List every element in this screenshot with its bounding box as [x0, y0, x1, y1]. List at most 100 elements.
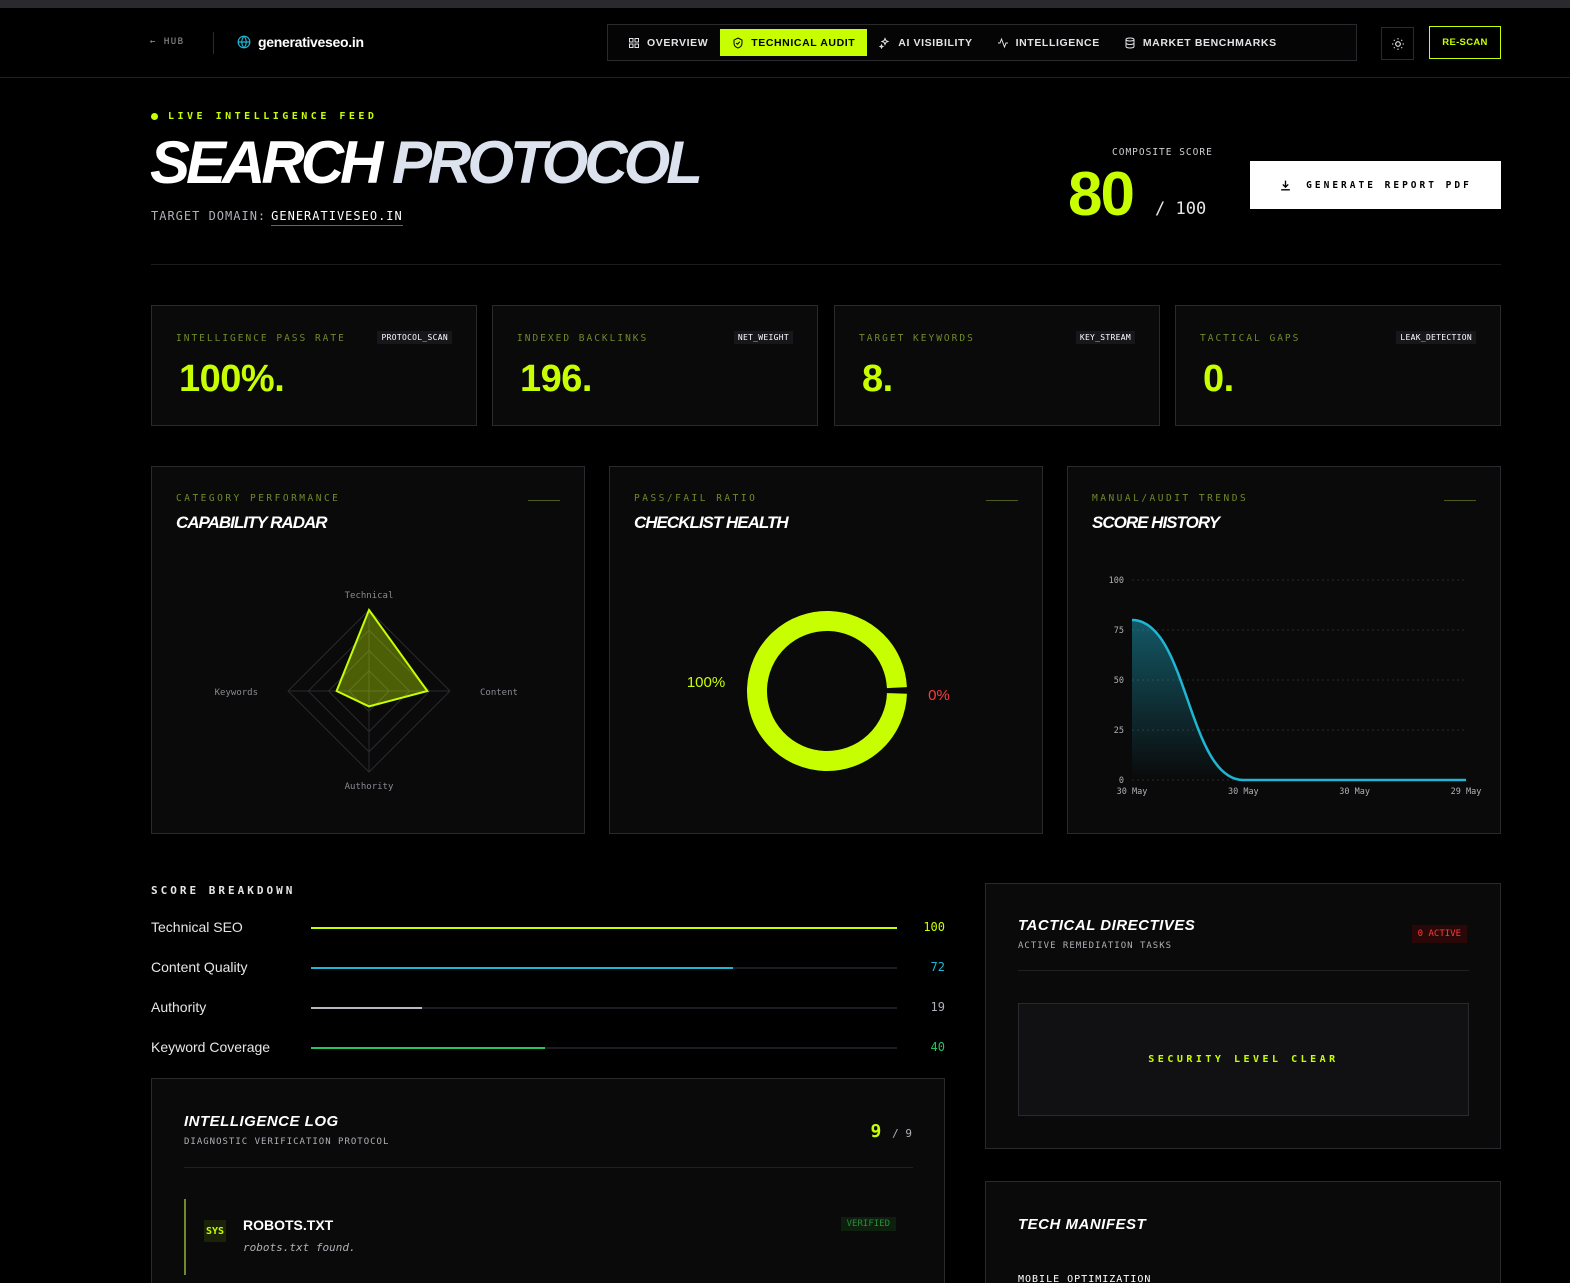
score-bar-fill — [311, 1047, 546, 1049]
score-bar-track — [311, 927, 897, 929]
composite-score-value: 80 — [1068, 160, 1135, 229]
hub-back-link[interactable]: ← HUB — [150, 37, 185, 47]
composite-score-total: / 100 — [1155, 199, 1207, 219]
x-tick-label: 30 May — [1117, 787, 1148, 797]
stat-tag: LEAK_DETECTION — [1396, 331, 1476, 344]
download-icon — [1281, 180, 1290, 191]
stat-card-keywords: TARGET KEYWORDS KEY_STREAM 8. — [834, 305, 1160, 426]
capability-radar-panel: CATEGORY PERFORMANCE CAPABILITY RADAR Te… — [151, 466, 585, 834]
y-tick-label: 25 — [1114, 726, 1124, 736]
log-count-value: 9 — [870, 1121, 882, 1142]
score-row-value: 72 — [930, 960, 945, 974]
stat-value: 0. — [1203, 358, 1234, 400]
log-item[interactable]: SYS ROBOTS.TXT robots.txt found. VERIFIE… — [184, 1199, 896, 1275]
score-bar-track — [311, 1047, 897, 1049]
brand-name: generativeseo.in — [258, 34, 364, 50]
tactical-directives-panel: TACTICAL DIRECTIVES ACTIVE REMEDIATION T… — [985, 883, 1501, 1149]
radar-axis-label: Content — [480, 688, 518, 698]
live-feed-label: LIVE INTELLIGENCE FEED — [168, 111, 378, 122]
checklist-health-panel: PASS/FAIL RATIO CHECKLIST HEALTH 100% 0% — [609, 466, 1043, 834]
score-history-panel: MANUAL/AUDIT TRENDS SCORE HISTORY 100 75 5… — [1067, 466, 1501, 834]
donut-label-pass: 100% — [687, 674, 725, 691]
stat-value: 196. — [520, 358, 592, 400]
score-row: Authority 19 — [151, 998, 945, 1018]
sparkles-icon — [879, 36, 890, 49]
x-tick-label: 30 May — [1228, 787, 1259, 797]
tab-market-benchmarks[interactable]: MARKET BENCHMARKS — [1112, 29, 1289, 56]
manifest-item: MOBILE OPTIMIZATION — [1018, 1274, 1152, 1283]
y-tick-label: 100 — [1109, 576, 1124, 586]
x-tick-label: 29 May — [1451, 787, 1482, 797]
tab-intelligence[interactable]: INTELLIGENCE — [985, 29, 1112, 56]
tab-overview[interactable]: OVERVIEW — [616, 29, 720, 56]
window-top-strip — [0, 0, 1570, 8]
tab-label: OVERVIEW — [647, 36, 709, 49]
title-word-2: PROTOCOL — [392, 129, 703, 196]
generate-report-label: GENERATE REPORT PDF — [1306, 179, 1472, 191]
log-item-description: robots.txt found. — [243, 1241, 356, 1254]
stat-label: INDEXED BACKLINKS — [517, 333, 649, 344]
main-tabs: OVERVIEW TECHNICAL AUDIT AI VISIBILITY I… — [607, 24, 1357, 61]
target-domain-label: TARGET DOMAIN: — [151, 209, 267, 223]
score-bar-fill — [311, 927, 897, 929]
grid-icon — [629, 37, 639, 48]
stat-tag: KEY_STREAM — [1075, 331, 1135, 344]
radar-axis-label: Keywords — [215, 688, 258, 698]
status-badge: VERIFIED — [840, 1217, 896, 1231]
target-domain: TARGET DOMAIN: GENERATIVESEO.IN — [151, 209, 403, 226]
top-navigation: ← HUB generativeseo.in OVERVIEW TECHNICA… — [0, 8, 1570, 78]
score-row: Keyword Coverage 40 — [151, 1038, 945, 1058]
divider — [184, 1167, 913, 1168]
donut-chart: 100% 0% — [687, 611, 950, 771]
radar-series-area — [335, 607, 429, 708]
tab-label: MARKET BENCHMARKS — [1142, 36, 1277, 49]
shield-check-icon — [733, 36, 743, 49]
rescan-button[interactable]: RE-SCAN — [1429, 26, 1501, 59]
live-feed-indicator: LIVE INTELLIGENCE FEED — [151, 111, 377, 122]
divider — [213, 32, 214, 54]
security-status: SECURITY LEVEL CLEAR — [1018, 1003, 1469, 1116]
score-bar-fill — [311, 967, 733, 969]
y-tick-label: 75 — [1114, 626, 1124, 636]
score-row-label: Authority — [151, 999, 207, 1015]
manifest-title: TECH MANIFEST — [1018, 1216, 1147, 1233]
stat-card-tactical-gaps: TACTICAL GAPS LEAK_DETECTION 0. — [1175, 305, 1501, 426]
log-count: 9 / 9 — [870, 1121, 912, 1142]
score-row-label: Content Quality — [151, 959, 248, 975]
score-bar-track — [311, 967, 897, 969]
directives-title: TACTICAL DIRECTIVES — [1018, 917, 1196, 934]
theme-toggle-button[interactable] — [1381, 27, 1414, 60]
stat-label: TACTICAL GAPS — [1200, 333, 1301, 344]
score-row-value: 19 — [930, 1000, 945, 1014]
composite-score-label: COMPOSITE SCORE — [1112, 147, 1213, 158]
y-tick-label: 50 — [1114, 676, 1124, 686]
sun-icon — [1391, 37, 1404, 50]
score-row-label: Keyword Coverage — [151, 1039, 271, 1055]
divider — [1018, 970, 1469, 971]
tab-label: INTELLIGENCE — [1015, 36, 1100, 49]
tab-technical-audit[interactable]: TECHNICAL AUDIT — [720, 29, 868, 56]
tech-manifest-panel: TECH MANIFEST MOBILE OPTIMIZATION — [985, 1181, 1501, 1283]
active-count-badge: 0 ACTIVE — [1411, 925, 1467, 943]
generate-report-button[interactable]: GENERATE REPORT PDF — [1250, 161, 1501, 209]
stat-tag: PROTOCOL_SCAN — [377, 331, 452, 344]
stat-label: TARGET KEYWORDS — [859, 333, 975, 344]
tab-label: AI VISIBILITY — [898, 36, 973, 49]
divider — [151, 264, 1501, 265]
score-bar-fill — [311, 1007, 423, 1009]
brand[interactable]: generativeseo.in — [237, 34, 364, 50]
x-tick-label: 30 May — [1339, 787, 1370, 797]
score-breakdown-title: SCORE BREAKDOWN — [151, 884, 296, 897]
log-title: INTELLIGENCE LOG — [184, 1113, 339, 1130]
tab-label: TECHNICAL AUDIT — [751, 36, 856, 49]
page-title: SEARCH PROTOCOL — [150, 128, 703, 198]
radar-axis-label: Authority — [345, 782, 394, 792]
radar-chart: Technical Content Authority Keywords — [215, 591, 518, 792]
donut-label-fail: 0% — [928, 687, 950, 704]
score-row: Content Quality 72 — [151, 958, 945, 978]
area-fill — [1132, 620, 1466, 780]
tab-ai-visibility[interactable]: AI VISIBILITY — [867, 29, 984, 56]
stat-value: 8. — [862, 358, 893, 400]
directives-subtitle: ACTIVE REMEDIATION TASKS — [1018, 941, 1173, 951]
target-domain-value[interactable]: GENERATIVESEO.IN — [271, 209, 403, 226]
